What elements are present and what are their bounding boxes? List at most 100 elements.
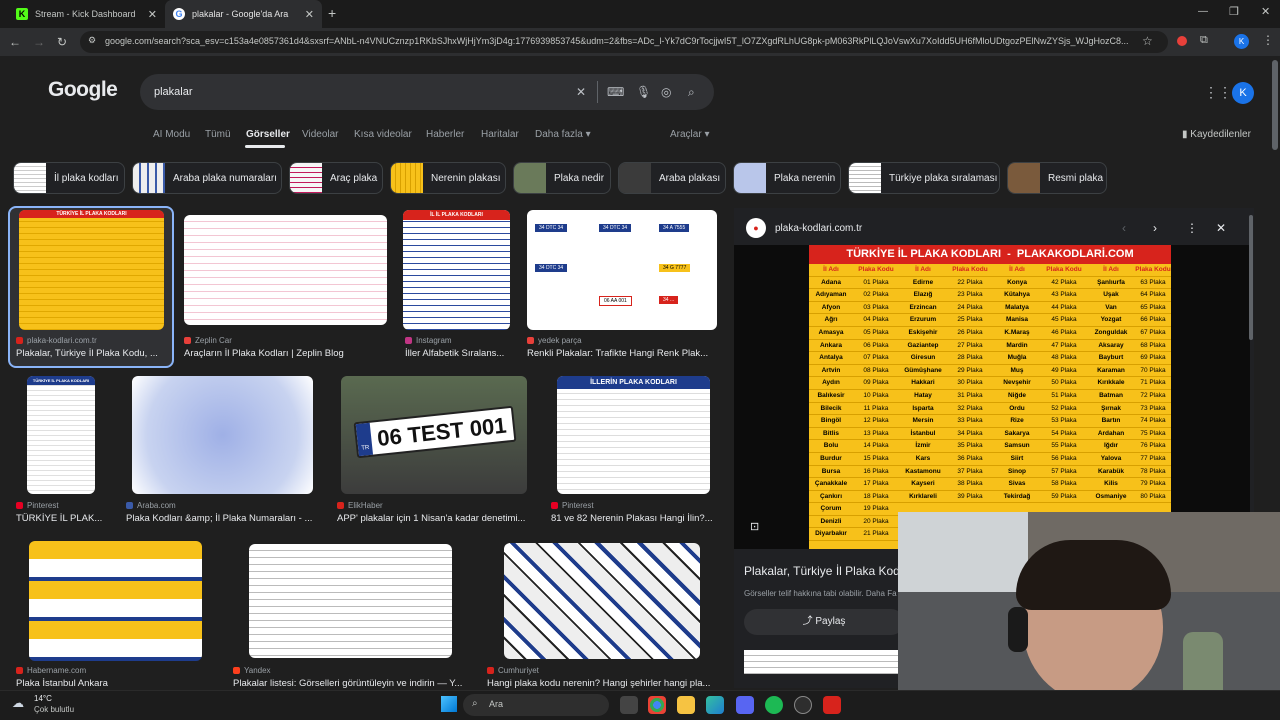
site-info-icon[interactable]: ⚙ xyxy=(88,35,96,46)
tab-kick-dashboard[interactable]: K Stream - Kick Dashboard ✕ xyxy=(8,0,165,28)
extension-icon[interactable] xyxy=(1177,36,1187,46)
address-bar[interactable]: ⚙ google.com/search?sca_esv=c153a4e08573… xyxy=(80,31,1168,53)
search-icon[interactable]: ⌕ xyxy=(688,85,695,100)
result-thumbnail[interactable] xyxy=(249,544,452,658)
nav-ai-mode[interactable]: AI Modu xyxy=(153,129,190,140)
weather-icon[interactable]: ☁ xyxy=(12,696,24,710)
result-thumbnail[interactable] xyxy=(184,215,387,325)
result-thumbnail[interactable]: TR 06 TEST 001 xyxy=(341,376,527,494)
chip-il-plaka-kodlari[interactable]: İl plaka kodları xyxy=(13,162,125,194)
result-thumbnail[interactable]: 34 DTC 34 34 DTC 34 34 A 7555 34 DTC 34 … xyxy=(527,210,717,330)
result-thumbnail[interactable]: İL İL PLAKA KODLARI xyxy=(403,210,510,330)
table-cell: Osmaniye xyxy=(1095,492,1127,500)
preview-image[interactable]: TÜRKİYE İL PLAKA KODLARI - PLAKAKODLARİ.… xyxy=(809,245,1171,549)
previous-icon[interactable]: ‹ xyxy=(1122,221,1126,235)
result-thumbnail[interactable]: TÜRKİYE İL PLAKA KODLARI xyxy=(19,210,164,330)
minimize-icon[interactable]: — xyxy=(1198,6,1208,17)
clear-icon[interactable]: ✕ xyxy=(576,85,586,99)
chip-plaka-nedir[interactable]: Plaka nedir xyxy=(513,162,611,194)
profile-avatar[interactable]: K xyxy=(1234,34,1249,49)
bookmark-star-icon[interactable]: ☆ xyxy=(1142,34,1153,48)
lens-search-icon[interactable]: ⊡ xyxy=(750,520,759,533)
edge-icon[interactable] xyxy=(706,696,724,714)
search-box[interactable] xyxy=(140,74,714,110)
chip-turkiye-plaka-siralamasi[interactable]: Türkiye plaka sıralaması xyxy=(848,162,1000,194)
result-title[interactable]: APP' plakalar için 1 Nisan'a kadar denet… xyxy=(337,513,529,524)
chip-araba-plakasi[interactable]: Araba plakası xyxy=(618,162,726,194)
tab-google-search[interactable]: G plakalar - Google'da Ara ✕ xyxy=(165,0,322,28)
extensions-puzzle-icon[interactable]: ⧉ xyxy=(1200,34,1208,47)
taskbar-search[interactable]: ⌕ Ara xyxy=(463,694,609,716)
nav-images[interactable]: Görseller xyxy=(246,129,290,140)
chip-thumbnail xyxy=(14,163,46,193)
account-avatar[interactable]: K xyxy=(1232,82,1254,104)
nav-short-videos[interactable]: Kısa videolar xyxy=(354,129,412,140)
preview-scrollbar[interactable] xyxy=(1249,215,1253,340)
result-title[interactable]: Plaka Kodları &amp; İl Plaka Numaraları … xyxy=(126,513,318,524)
lens-icon[interactable]: ◎ xyxy=(661,85,671,99)
nav-more[interactable]: Daha fazla ▾ xyxy=(535,129,591,140)
learn-more-link[interactable]: Daha Fa xyxy=(866,589,897,598)
tools-button[interactable]: Araçlar ▾ xyxy=(670,129,710,140)
restore-icon[interactable]: ❐ xyxy=(1229,5,1239,18)
result-title[interactable]: Araçların İl Plaka Kodları | Zeplin Blog xyxy=(184,348,389,359)
table-cell: Adıyaman xyxy=(815,291,847,299)
apps-grid-icon[interactable]: ⋮⋮ xyxy=(1204,84,1232,101)
new-tab-icon[interactable]: + xyxy=(328,5,336,21)
close-icon[interactable]: ✕ xyxy=(305,8,314,21)
more-menu-icon[interactable]: ⋮ xyxy=(1262,33,1274,47)
result-thumbnail[interactable]: TÜRKİYE İL PLAKA KODLARI xyxy=(27,376,95,494)
nav-news[interactable]: Haberler xyxy=(426,129,464,140)
result-title[interactable]: 81 ve 82 Nerenin Plakası Hangi İlin?... xyxy=(551,513,716,524)
result-thumbnail[interactable] xyxy=(504,543,700,659)
preview-title[interactable]: Plakalar, Türkiye İl Plaka Kodu xyxy=(744,564,907,578)
more-options-icon[interactable]: ⋮ xyxy=(1186,221,1198,235)
share-button[interactable]: ⤴ Paylaş xyxy=(744,609,904,635)
nav-videos[interactable]: Videolar xyxy=(302,129,339,140)
nav-maps[interactable]: Haritalar xyxy=(481,129,519,140)
discord-icon[interactable] xyxy=(736,696,754,714)
app-icon[interactable] xyxy=(823,696,841,714)
reload-icon[interactable]: ↻ xyxy=(53,33,71,51)
next-icon[interactable]: › xyxy=(1153,221,1157,235)
table-cell: Diyarbakır xyxy=(815,530,847,538)
search-input[interactable]: plakalar xyxy=(154,86,193,98)
windows-start-icon[interactable] xyxy=(441,696,457,712)
result-title[interactable]: İller Alfabetik Sıralans... xyxy=(405,348,513,359)
result-title[interactable]: TÜRKİYE İL PLAK... xyxy=(16,513,118,524)
close-preview-icon[interactable]: ✕ xyxy=(1216,221,1226,235)
obs-icon[interactable] xyxy=(794,696,812,714)
microphone-icon[interactable]: 🎙 xyxy=(636,85,651,99)
nav-all[interactable]: Tümü xyxy=(205,129,231,140)
chrome-icon[interactable] xyxy=(648,696,666,714)
saved-button[interactable]: ▮ Kaydedilenler xyxy=(1182,129,1251,140)
related-image[interactable] xyxy=(744,650,900,674)
tools-label: Araçlar xyxy=(670,129,702,140)
result-title[interactable]: Plaka İstanbul Ankara xyxy=(16,678,216,689)
chip-plaka-nerenin[interactable]: Plaka nerenin xyxy=(733,162,841,194)
keyboard-icon[interactable]: ⌨ xyxy=(607,85,624,99)
preview-site[interactable]: plaka-kodlari.com.tr xyxy=(775,223,862,234)
chip-araba-plaka-numaralari[interactable]: Araba plaka numaraları xyxy=(132,162,282,194)
google-logo[interactable]: Google xyxy=(48,78,118,102)
page-scrollbar[interactable] xyxy=(1272,60,1278,150)
task-view-icon[interactable] xyxy=(620,696,638,714)
window-close-icon[interactable]: ✕ xyxy=(1261,5,1270,18)
result-title[interactable]: Hangi plaka kodu nerenin? Hangi şehirler… xyxy=(487,678,719,689)
close-icon[interactable]: ✕ xyxy=(148,8,157,21)
result-thumbnail[interactable] xyxy=(29,541,202,661)
table-cell: 37 Plaka xyxy=(957,467,983,475)
back-icon[interactable]: ← xyxy=(6,33,24,51)
result-title[interactable]: Renkli Plakalar: Trafikte Hangi Renk Pla… xyxy=(527,348,717,359)
spotify-icon[interactable] xyxy=(765,696,783,714)
chip-arac-plaka[interactable]: Araç plaka xyxy=(289,162,383,194)
result-thumbnail[interactable] xyxy=(132,376,313,494)
result-title[interactable]: Plakalar, Türkiye İl Plaka Kodu, ... xyxy=(16,348,164,359)
chip-resmi-plaka[interactable]: Resmi plaka xyxy=(1007,162,1107,194)
forward-icon[interactable]: → xyxy=(30,33,48,51)
chip-nerenin-plakasi[interactable]: Nerenin plakası xyxy=(390,162,506,194)
result-title[interactable]: Plakalar listesi: Görselleri görüntüleyi… xyxy=(233,678,470,689)
result-thumbnail[interactable]: İLLERİN PLAKA KODLARI xyxy=(557,376,710,494)
weather-temp[interactable]: 14°C xyxy=(34,694,52,703)
file-explorer-icon[interactable] xyxy=(677,696,695,714)
